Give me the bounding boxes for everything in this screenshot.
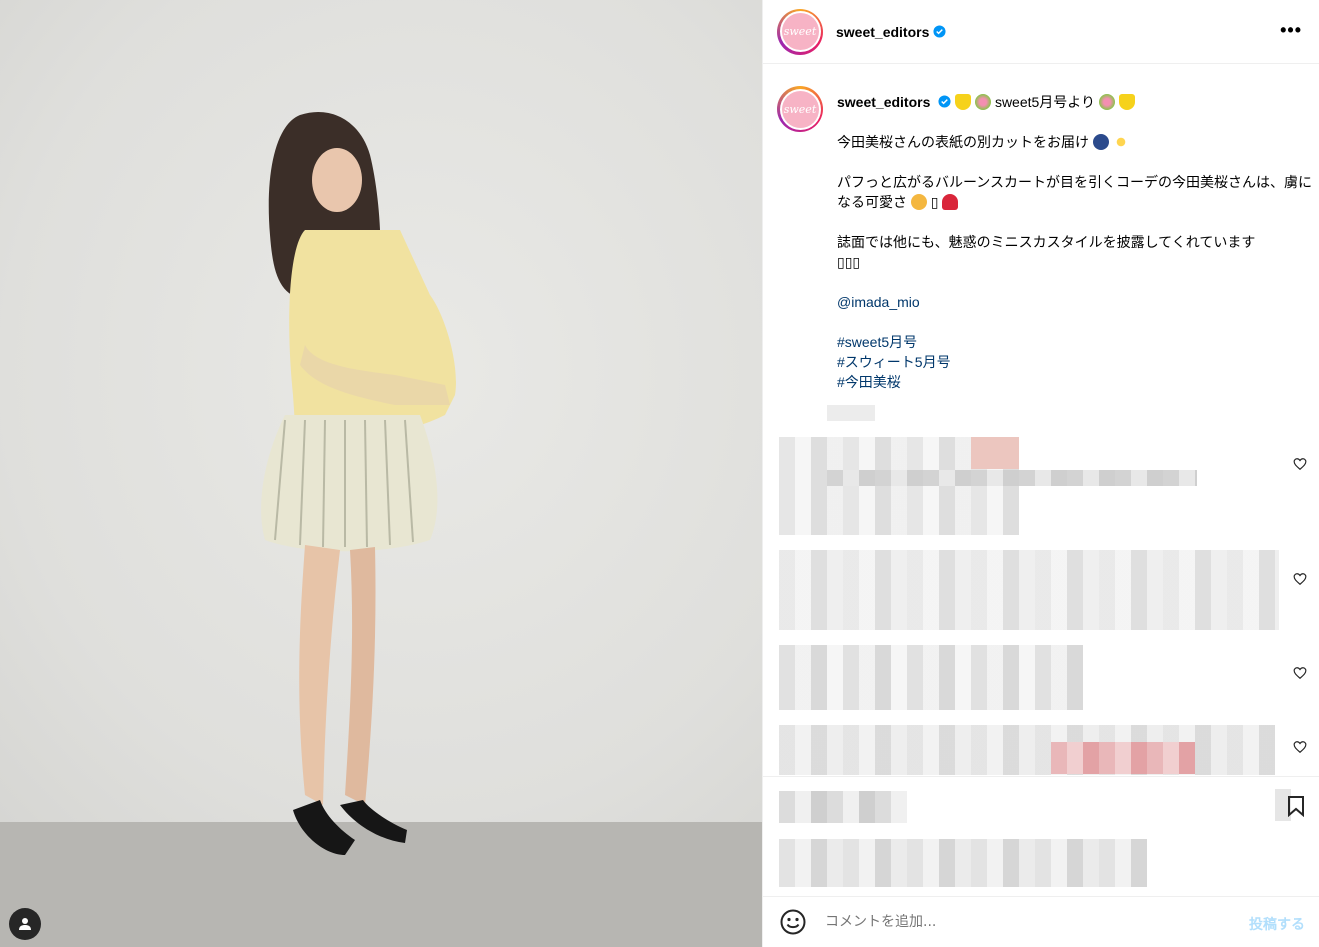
- missing-glyph-icon: ▯: [930, 194, 939, 210]
- smiling-face-icon: [910, 194, 927, 210]
- heart-icon[interactable]: [1293, 572, 1307, 586]
- avatar-image: sweet: [781, 90, 819, 128]
- comment-redacted: [779, 645, 1083, 710]
- caption-line3: パフっと広がるバルーンスカートが目を引くコーデの今田美桜さんは、虜になる可愛さ: [837, 174, 1313, 210]
- police-face-icon: [1092, 134, 1109, 150]
- user-tag-button[interactable]: [9, 908, 41, 940]
- heart-icon[interactable]: [1293, 740, 1307, 754]
- header-username[interactable]: sweet_editors: [836, 24, 929, 40]
- bouquet-icon: [975, 94, 992, 110]
- post-panel: sweet sweet_editors ••• sweet sweet_edit…: [762, 0, 1319, 947]
- verified-icon: [933, 25, 946, 38]
- post-photo[interactable]: [0, 0, 762, 947]
- caption-username[interactable]: sweet_editors: [837, 94, 930, 110]
- hashtag-link[interactable]: #sweet5月号: [837, 332, 1317, 352]
- verified-icon: [938, 95, 951, 108]
- comment-input-row: 投稿する: [763, 896, 1319, 947]
- smile-icon[interactable]: [780, 909, 806, 935]
- comment-input[interactable]: [825, 914, 1225, 930]
- heart-icon[interactable]: [1293, 666, 1307, 680]
- caption-line4b: ▯▯▯: [837, 254, 861, 270]
- caption-body: sweet_editors sweet5月号より 今田美桜さんの表紙の別カットを…: [837, 92, 1317, 392]
- red-heart-icon: [942, 194, 959, 210]
- caption-line2: 今田美桜さんの表紙の別カットをお届け: [837, 134, 1089, 150]
- heart-icon[interactable]: [1293, 457, 1307, 471]
- comment-redacted: [827, 470, 1197, 486]
- caption-timestamp-redacted: [827, 405, 875, 421]
- mention-link[interactable]: @imada_mio: [837, 294, 920, 310]
- hashtag-link[interactable]: #スウィート5月号: [837, 352, 1317, 372]
- post-comment-button[interactable]: 投稿する: [1249, 914, 1305, 934]
- caption-line1: sweet5月号より: [994, 94, 1096, 110]
- post-header: sweet sweet_editors •••: [763, 0, 1319, 64]
- comment-accent-redacted: [1051, 742, 1195, 774]
- photo-subject: [261, 111, 456, 855]
- yellow-heart-icon: [1118, 94, 1135, 110]
- more-icon[interactable]: •••: [1280, 21, 1302, 39]
- likes-redacted: [779, 839, 1147, 887]
- caption-avatar[interactable]: sweet: [777, 86, 823, 132]
- avatar-image: sweet: [781, 13, 819, 50]
- hashtag-link[interactable]: #今田美桜: [837, 372, 1317, 392]
- avatar[interactable]: sweet: [777, 8, 823, 55]
- comment-accent-redacted: [971, 437, 1019, 469]
- caption-line4: 誌面では他にも、魅惑のミニスカスタイルを披露してくれています: [837, 234, 1256, 250]
- comment-redacted: [779, 550, 1279, 630]
- actions-redacted: [779, 791, 907, 823]
- bookmark-icon[interactable]: [1287, 795, 1305, 817]
- sparkles-icon: [1112, 134, 1129, 150]
- comment-redacted: [779, 725, 1275, 775]
- yellow-heart-icon: [955, 94, 972, 110]
- user-tag-icon: [19, 918, 31, 930]
- bouquet-icon: [1098, 94, 1115, 110]
